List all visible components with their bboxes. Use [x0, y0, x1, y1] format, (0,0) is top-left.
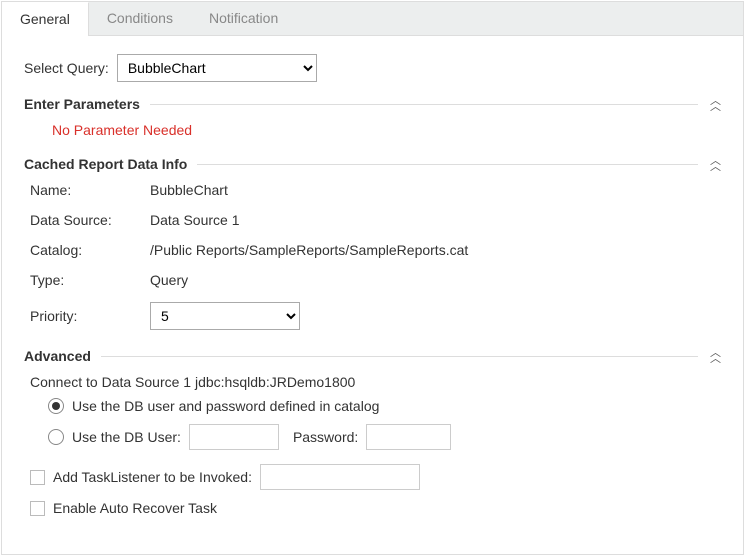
select-query-label: Select Query: [24, 60, 109, 76]
tab-content: Select Query: BubbleChart Enter Paramete… [2, 36, 743, 536]
divider [197, 164, 698, 165]
radio-use-catalog-label: Use the DB user and password defined in … [72, 398, 379, 414]
divider [150, 104, 698, 105]
no-parameter-message: No Parameter Needed [52, 122, 721, 138]
datasource-value: Data Source 1 [150, 212, 721, 228]
password-label: Password: [293, 429, 358, 445]
divider [101, 356, 698, 357]
priority-dropdown[interactable]: 5 [150, 302, 300, 330]
priority-label: Priority: [30, 308, 150, 324]
checkbox-tasklistener[interactable] [30, 470, 45, 485]
collapse-icon[interactable]: ︿︿ [708, 98, 721, 110]
radio-use-catalog[interactable] [48, 398, 64, 414]
catalog-label: Catalog: [30, 242, 150, 258]
db-password-input[interactable] [366, 424, 451, 450]
connect-label: Connect to Data Source 1 jdbc:hsqldb:JRD… [30, 374, 721, 390]
section-cached-title: Cached Report Data Info [24, 156, 187, 172]
collapse-icon[interactable]: ︿︿ [708, 350, 721, 362]
name-value: BubbleChart [150, 182, 721, 198]
section-parameters-title: Enter Parameters [24, 96, 140, 112]
name-label: Name: [30, 182, 150, 198]
tab-general[interactable]: General [2, 2, 89, 36]
datasource-label: Data Source: [30, 212, 150, 228]
catalog-value: /Public Reports/SampleReports/SampleRepo… [150, 242, 721, 258]
section-advanced-title: Advanced [24, 348, 91, 364]
type-value: Query [150, 272, 721, 288]
tasklistener-label: Add TaskListener to be Invoked: [53, 469, 252, 485]
radio-use-dbuser-label: Use the DB User: [72, 429, 181, 445]
collapse-icon[interactable]: ︿︿ [708, 158, 721, 170]
section-parameters: Enter Parameters ︿︿ No Parameter Needed [24, 96, 721, 138]
type-label: Type: [30, 272, 150, 288]
tab-notification[interactable]: Notification [191, 2, 296, 35]
section-advanced: Advanced ︿︿ Connect to Data Source 1 jdb… [24, 348, 721, 516]
section-cached: Cached Report Data Info ︿︿ Name: BubbleC… [24, 156, 721, 330]
db-user-input[interactable] [189, 424, 279, 450]
settings-panel: General Conditions Notification Select Q… [1, 1, 744, 555]
autorecover-label: Enable Auto Recover Task [53, 500, 217, 516]
checkbox-autorecover[interactable] [30, 501, 45, 516]
select-query-dropdown[interactable]: BubbleChart [117, 54, 317, 82]
tasklistener-input[interactable] [260, 464, 420, 490]
tab-bar: General Conditions Notification [2, 2, 743, 36]
tab-conditions[interactable]: Conditions [89, 2, 191, 35]
radio-use-dbuser[interactable] [48, 429, 64, 445]
